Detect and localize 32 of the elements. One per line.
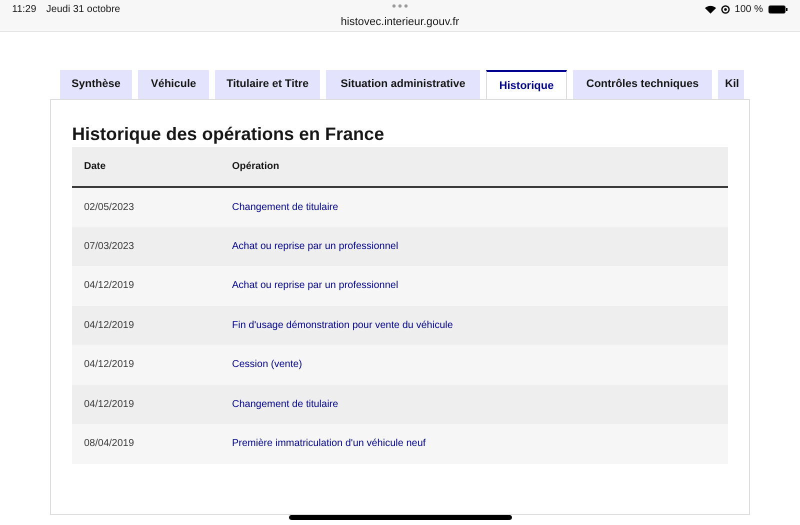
tab[interactable]: Synthèse — [60, 70, 132, 99]
operation-link[interactable]: Achat ou reprise par un professionnel — [220, 266, 728, 306]
operation-link[interactable]: Fin d'usage démonstration pour vente du véhicule — [220, 306, 728, 345]
date-text: Jeudi 31 octobre — [46, 3, 120, 17]
date-cell: 08/04/2019 — [72, 424, 220, 464]
date-cell: 02/05/2023 — [72, 187, 220, 226]
operation-link[interactable]: Achat ou reprise par un professionnel — [220, 226, 728, 266]
date-cell: 04/12/2019 — [72, 266, 220, 306]
date-cell: 04/12/2019 — [72, 384, 220, 424]
tab[interactable]: Véhicule — [138, 70, 209, 99]
battery-percent: 100 % — [734, 3, 763, 17]
column-header: Date — [72, 147, 220, 187]
tab[interactable]: Titulaire et Titre — [215, 70, 320, 99]
operation-link[interactable]: Première immatriculation d'un véhicule neuf — [220, 424, 728, 464]
date-cell: 04/12/2019 — [72, 306, 220, 345]
orientation-lock-icon — [720, 5, 730, 14]
wifi-icon — [704, 5, 716, 14]
tab[interactable]: Situation administrative — [326, 70, 480, 99]
date-cell: 07/03/2023 — [72, 226, 220, 266]
operation-link[interactable]: Cession (vente) — [220, 345, 728, 384]
clock-time: 11:29 — [12, 3, 36, 17]
operation-link[interactable]: Changement de titulaire — [220, 384, 728, 424]
section-title: Historique des opérations en France — [72, 123, 386, 145]
more-dots-icon[interactable] — [392, 4, 408, 8]
date-cell: 04/12/2019 — [72, 345, 220, 384]
tab[interactable]: Kil — [718, 70, 744, 99]
url-text[interactable]: histovec.interieur.gouv.fr — [340, 14, 460, 30]
operation-link[interactable]: Changement de titulaire — [220, 187, 728, 226]
tab[interactable]: Contrôles techniques — [573, 70, 712, 99]
tab[interactable]: Historique — [486, 70, 567, 99]
battery-icon — [768, 5, 788, 14]
column-header: Opération — [220, 147, 728, 187]
